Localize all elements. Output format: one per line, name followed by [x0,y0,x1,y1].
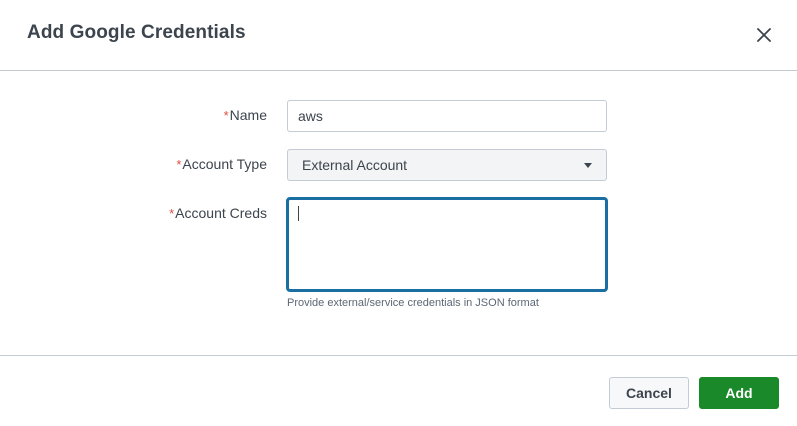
required-marker: * [169,206,175,221]
account-creds-textarea[interactable] [286,197,608,292]
name-label: *Name [224,107,267,123]
dialog-header: Add Google Credentials [0,0,797,71]
account-creds-label: *Account Creds [169,205,267,221]
cancel-button[interactable]: Cancel [609,377,689,409]
dialog-footer: Cancel Add [0,355,797,426]
name-input[interactable] [287,100,607,132]
account-creds-label-text: Account Creds [175,205,267,221]
required-marker: * [176,157,182,172]
dialog-title: Add Google Credentials [27,22,246,43]
account-type-label-text: Account Type [182,156,267,172]
add-google-credentials-dialog: Add Google Credentials *Name *Account Ty… [0,0,797,426]
caret-down-icon [584,163,592,168]
required-marker: * [223,108,229,123]
close-icon [757,28,771,42]
name-label-text: Name [229,107,267,123]
account-creds-help-text: Provide external/service credentials in … [287,297,539,309]
account-type-selected-value: External Account [302,157,408,173]
close-button[interactable] [753,24,775,46]
text-cursor [298,206,299,221]
add-button[interactable]: Add [699,377,779,409]
account-type-label: *Account Type [176,156,267,172]
account-type-select[interactable]: External Account [287,149,607,181]
